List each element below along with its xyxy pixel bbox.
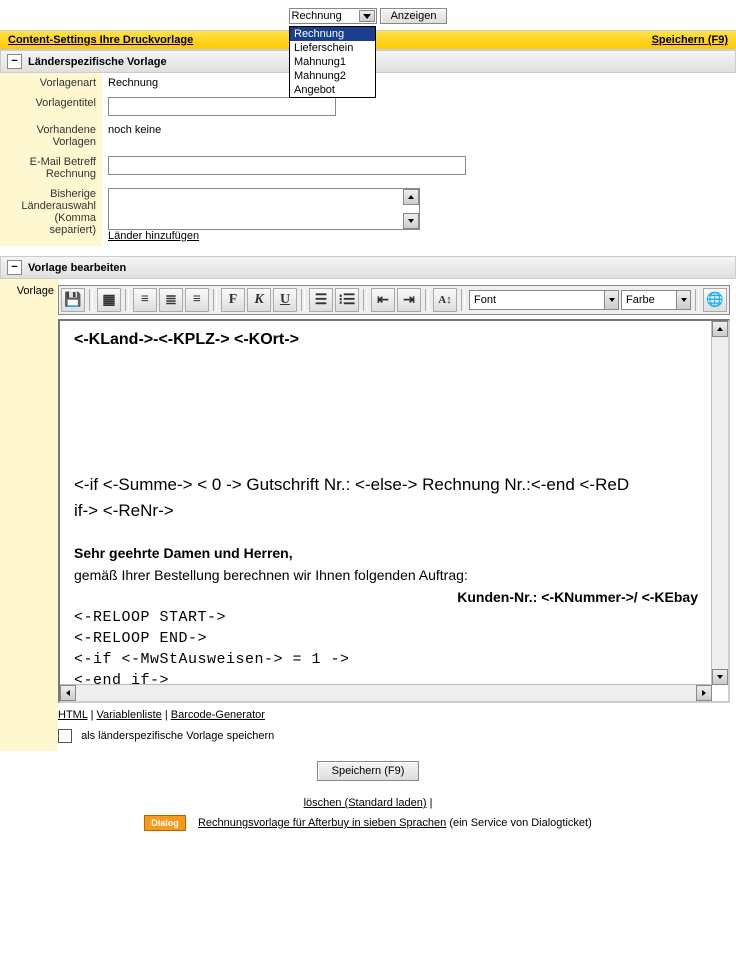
chevron-down-icon [604, 291, 618, 309]
scroll-down-icon[interactable] [403, 213, 419, 229]
doc-invoice-line-2: if-> <-ReNr-> [74, 501, 698, 521]
save-icon[interactable]: 💾 [61, 288, 85, 312]
horizontal-scrollbar[interactable] [60, 684, 712, 701]
scroll-left-icon[interactable] [60, 685, 76, 701]
laenderauswahl-textarea[interactable] [108, 188, 420, 230]
delete-link[interactable]: löschen (Standard laden) [304, 797, 427, 809]
content-settings-link[interactable]: Content-Settings Ihre Druckvorlage [8, 34, 193, 46]
align-left-icon[interactable]: ≡ [133, 288, 157, 312]
top-bar: Rechnung Anzeigen Rechnung Lieferschein … [0, 0, 736, 30]
scroll-up-icon[interactable] [403, 189, 419, 205]
font-size-icon[interactable]: A↕ [433, 288, 457, 312]
doc-address-line: <-KLand->-<-KPLZ-> <-KOrt-> [74, 331, 698, 349]
insert-link-icon[interactable]: 🌐 [703, 288, 727, 312]
underline-icon[interactable]: U [273, 288, 297, 312]
collapse-toggle[interactable]: − [7, 54, 22, 69]
editor-area[interactable]: <-KLand->-<-KPLZ-> <-KOrt-> <-if <-Summe… [58, 319, 730, 703]
settings-form: Vorlagenart Rechnung Vorlagentitel Vorha… [0, 73, 736, 246]
label-laenderauswahl: Bisherige Länderauswahl (Komma separiert… [0, 184, 102, 246]
bold-icon[interactable]: F [221, 288, 245, 312]
dropdown-option[interactable]: Lieferschein [290, 41, 375, 55]
bullet-list-icon[interactable]: ☰ [309, 288, 333, 312]
save-link[interactable]: Speichern (F9) [652, 34, 728, 46]
section-header-2: − Vorlage bearbeiten [0, 256, 736, 279]
doc-invoice-line-1: <-if <-Summe-> < 0 -> Gutschrift Nr.: <-… [74, 475, 698, 495]
section-title: Vorlage bearbeiten [28, 262, 126, 274]
doc-salutation: Sehr geehrte Damen und Herren, [74, 545, 698, 561]
dropdown-option[interactable]: Mahnung2 [290, 69, 375, 83]
scroll-up-icon[interactable] [712, 321, 728, 337]
country-specific-checkbox[interactable] [58, 729, 72, 743]
footer: löschen (Standard laden) | Dialog Rechnu… [0, 791, 736, 843]
html-view-link[interactable]: HTML [58, 709, 88, 721]
align-right-icon[interactable]: ≡ [185, 288, 209, 312]
select-value: Rechnung [292, 10, 342, 22]
value-vorlagenart: Rechnung [102, 73, 736, 93]
doc-reloop-end: <-RELOOP END-> [74, 630, 698, 647]
dropdown-option[interactable]: Angebot [290, 83, 375, 97]
doc-body: gemäß Ihrer Bestellung berechnen wir Ihn… [74, 567, 698, 583]
rechnungsvorlage-link[interactable]: Rechnungsvorlage für Afterbuy in sieben … [198, 817, 446, 829]
save-button[interactable]: Speichern (F9) [317, 761, 420, 781]
italic-icon[interactable]: K [247, 288, 271, 312]
label-vorlagenart: Vorlagenart [0, 73, 102, 93]
footer-tail: (ein Service von Dialogticket) [449, 817, 591, 829]
checkbox-label: als länderspezifische Vorlage speichern [81, 730, 274, 742]
add-countries-link[interactable]: Länder hinzufügen [108, 230, 199, 242]
template-type-dropdown: Rechnung Lieferschein Mahnung1 Mahnung2 … [289, 26, 376, 98]
scroll-right-icon[interactable] [696, 685, 712, 701]
collapse-toggle[interactable]: − [7, 260, 22, 275]
chevron-down-icon [676, 291, 690, 309]
value-vorhandene: noch keine [102, 120, 736, 152]
variables-link[interactable]: Variablenliste [97, 709, 162, 721]
scroll-down-icon[interactable] [712, 669, 728, 685]
font-family-select[interactable]: Font [469, 290, 619, 310]
doc-customer-nr: Kunden-Nr.: <-KNummer->/ <-KEbay [74, 589, 698, 605]
doc-reloop-start: <-RELOOP START-> [74, 609, 698, 626]
dropdown-option[interactable]: Mahnung1 [290, 55, 375, 69]
editor-toolbar: 💾 ▦ ≡ ≣ ≡ F K U ☰ ⁝☰ ⇤ ⇥ A↕ [58, 285, 730, 315]
outdent-icon[interactable]: ⇤ [371, 288, 395, 312]
numbered-list-icon[interactable]: ⁝☰ [335, 288, 359, 312]
chevron-down-icon [359, 10, 375, 22]
font-select-label: Font [474, 294, 496, 306]
editor-content[interactable]: <-KLand->-<-KPLZ-> <-KOrt-> <-if <-Summe… [60, 321, 712, 685]
section-title: Länderspezifische Vorlage [28, 56, 167, 68]
barcode-generator-link[interactable]: Barcode-Generator [171, 709, 265, 721]
select-all-icon[interactable]: ▦ [97, 288, 121, 312]
doc-mwst-if: <-if <-MwStAusweisen-> = 1 -> [74, 651, 698, 668]
label-vorhandene: Vorhandene Vorlagen [0, 120, 102, 152]
vertical-scrollbar[interactable] [711, 321, 728, 685]
label-vorlage: Vorlage [0, 279, 58, 751]
vorlagentitel-input[interactable] [108, 97, 336, 116]
align-center-icon[interactable]: ≣ [159, 288, 183, 312]
dropdown-option[interactable]: Rechnung [290, 27, 375, 41]
separator: | [430, 797, 433, 809]
label-email-betreff: E-Mail Betreff Rechnung [0, 152, 102, 184]
indent-icon[interactable]: ⇥ [397, 288, 421, 312]
show-button[interactable]: Anzeigen [380, 8, 448, 24]
label-vorlagentitel: Vorlagentitel [0, 93, 102, 120]
font-color-select[interactable]: Farbe [621, 290, 691, 310]
email-betreff-input[interactable] [108, 156, 466, 175]
color-select-label: Farbe [626, 294, 655, 306]
template-type-select[interactable]: Rechnung [289, 8, 377, 24]
dialog-badge: Dialog [144, 815, 186, 831]
